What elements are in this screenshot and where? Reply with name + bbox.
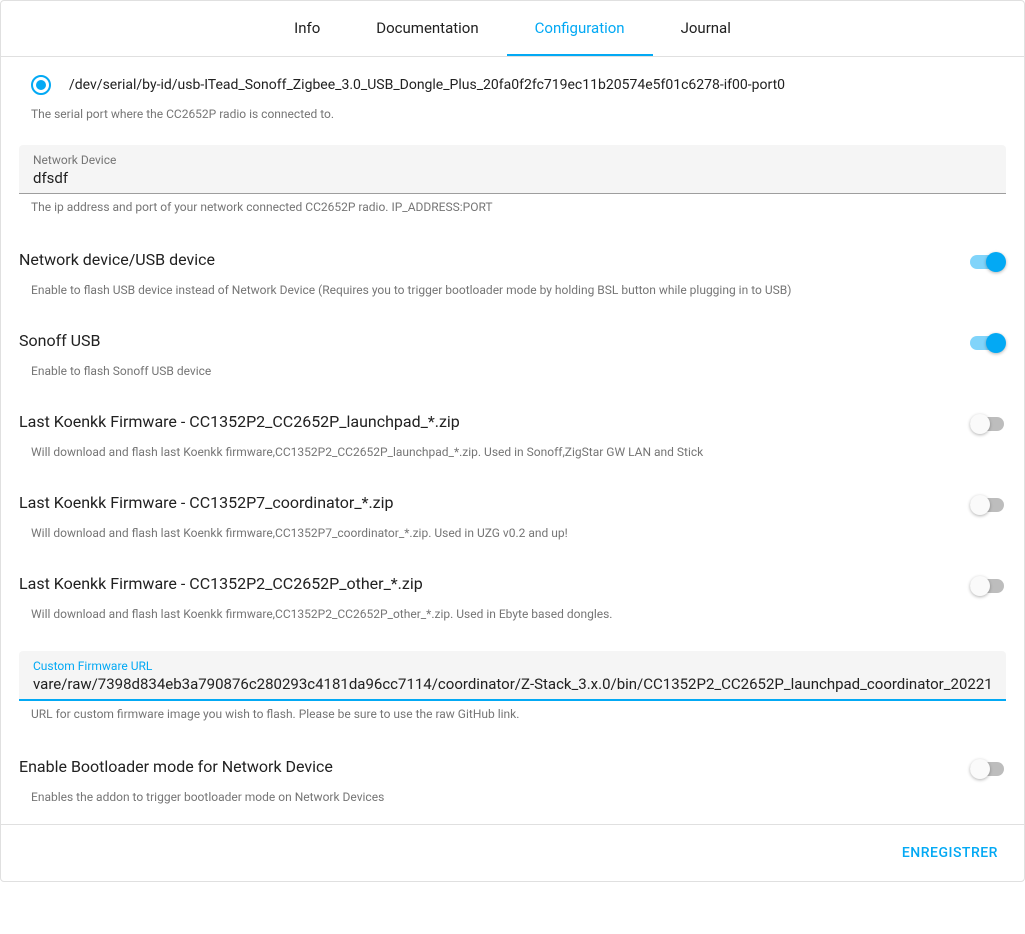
bootloader-toggle-title: Enable Bootloader mode for Network Devic…	[19, 757, 946, 776]
tab-documentation[interactable]: Documentation	[348, 1, 506, 56]
bootloader-toggle[interactable]	[970, 759, 1006, 779]
usb-toggle-title: Network device/USB device	[19, 250, 946, 269]
save-button[interactable]: ENREGISTRER	[894, 837, 1006, 869]
serial-port-radio-row[interactable]: /dev/serial/by-id/usb-ITead_Sonoff_Zigbe…	[19, 67, 1006, 101]
network-device-label: Network Device	[33, 153, 992, 167]
custom-firmware-input[interactable]	[33, 675, 992, 693]
fw-p7-toggle-desc: Will download and flash last Koenkk firm…	[19, 526, 946, 540]
serial-port-value: /dev/serial/by-id/usb-ITead_Sonoff_Zigbe…	[69, 77, 785, 93]
network-device-input[interactable]	[33, 169, 992, 187]
tab-journal[interactable]: Journal	[653, 1, 759, 56]
custom-firmware-field[interactable]: Custom Firmware URL	[19, 651, 1006, 701]
usb-toggle-desc: Enable to flash USB device instead of Ne…	[19, 283, 946, 297]
network-device-field[interactable]: Network Device	[19, 145, 1006, 194]
tab-configuration[interactable]: Configuration	[507, 1, 653, 56]
sonoff-toggle-desc: Enable to flash Sonoff USB device	[19, 364, 946, 378]
fw-p7-toggle-title: Last Koenkk Firmware - CC1352P7_coordina…	[19, 493, 946, 512]
fw-launchpad-toggle[interactable]	[970, 414, 1006, 434]
fw-other-toggle[interactable]	[970, 576, 1006, 596]
radio-selected-icon	[31, 75, 51, 95]
fw-launchpad-toggle-desc: Will download and flash last Koenkk firm…	[19, 445, 946, 459]
fw-other-toggle-desc: Will download and flash last Koenkk firm…	[19, 607, 946, 621]
network-device-helper: The ip address and port of your network …	[19, 194, 1006, 216]
bootloader-toggle-desc: Enables the addon to trigger bootloader …	[19, 790, 946, 804]
usb-toggle[interactable]	[970, 252, 1006, 272]
sonoff-toggle-title: Sonoff USB	[19, 331, 946, 350]
fw-launchpad-toggle-title: Last Koenkk Firmware - CC1352P2_CC2652P_…	[19, 412, 946, 431]
serial-port-helper: The serial port where the CC2652P radio …	[19, 101, 1006, 123]
fw-p7-toggle[interactable]	[970, 495, 1006, 515]
sonoff-toggle[interactable]	[970, 333, 1006, 353]
fw-other-toggle-title: Last Koenkk Firmware - CC1352P2_CC2652P_…	[19, 574, 946, 593]
tabs: Info Documentation Configuration Journal	[1, 1, 1024, 57]
custom-firmware-label: Custom Firmware URL	[33, 659, 992, 673]
tab-info[interactable]: Info	[266, 1, 348, 56]
custom-firmware-helper: URL for custom firmware image you wish t…	[19, 701, 1006, 723]
